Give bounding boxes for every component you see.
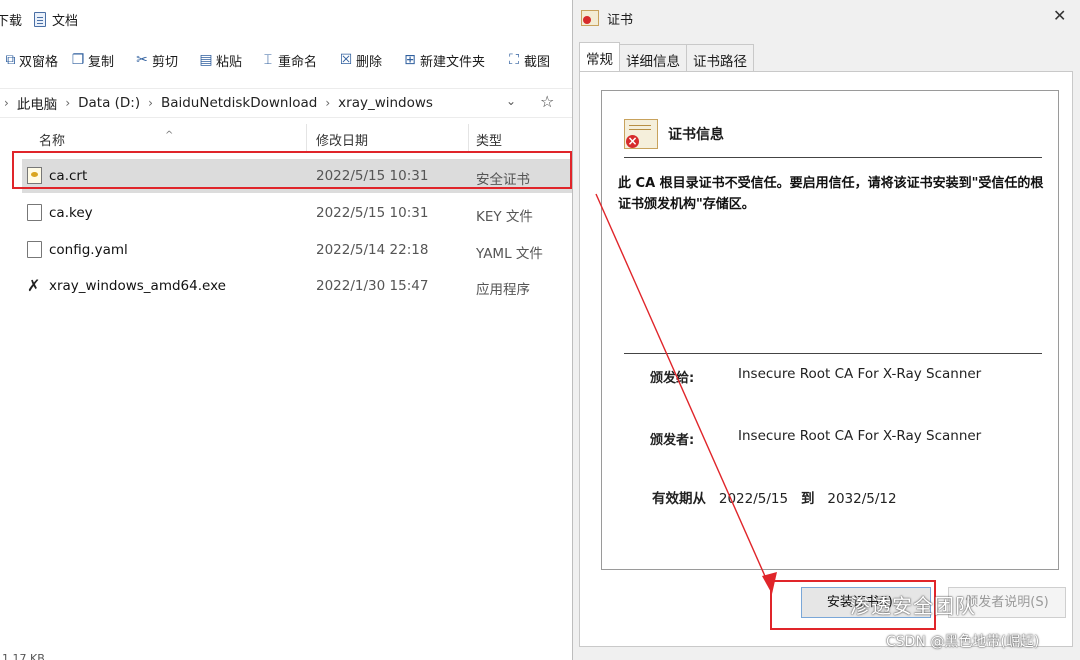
column-type[interactable]: 类型 (476, 130, 502, 149)
dual-pane-label: 双窗格 (18, 54, 58, 70)
scissors-icon: ✂ (136, 52, 148, 68)
new-folder-button[interactable]: ⊞ 新建文件夹 (398, 45, 502, 75)
tab-details[interactable]: 详细信息 (619, 44, 687, 72)
chevron-right-icon: › (65, 96, 71, 110)
file-name: config.yaml (49, 242, 128, 258)
breadcrumb-xray-windows[interactable]: xray_windows (338, 95, 433, 111)
file-date: 2022/5/14 22:18 (316, 242, 429, 258)
star-icon[interactable]: ☆ (540, 92, 554, 111)
column-header: ^ 名称 修改日期 类型 (0, 122, 572, 154)
tab-downloads-label: 下载 (0, 14, 23, 29)
screenshot-button[interactable]: ⛶ 截图 (502, 45, 560, 75)
file-icon (27, 204, 42, 221)
status-bar-size: 1.17 KB (2, 652, 45, 660)
cut-button[interactable]: ✂ 剪切 (130, 45, 194, 75)
close-icon[interactable]: ✕ (1053, 6, 1066, 25)
copy-label: 复制 (88, 54, 115, 70)
certificate-info-box: 证书信息 此 CA 根目录证书不受信任。要启用信任，请将该证书安装到"受信任的根… (601, 90, 1059, 570)
chevron-down-icon[interactable]: ⌄ (506, 94, 516, 108)
delete-button[interactable]: ☒ 删除 (334, 45, 398, 75)
tab-downloads[interactable]: 下载 (0, 10, 22, 29)
address-bar[interactable]: › 此电脑 › Data (D:) › BaiduNetdiskDownload… (0, 88, 572, 118)
file-type: 应用程序 (476, 282, 530, 298)
valid-from-date: 2022/5/15 (718, 491, 789, 507)
general-tab-panel: 证书信息 此 CA 根目录证书不受信任。要启用信任，请将该证书安装到"受信任的根… (579, 71, 1073, 647)
column-divider[interactable] (468, 124, 469, 152)
tab-general[interactable]: 常规 (579, 42, 620, 73)
file-icon (27, 241, 42, 258)
issued-to-label: 颁发给: (650, 371, 695, 386)
explorer-toolbar: ⧉ 双窗格 ❐ 复制 ✂ 剪切 ▤ 粘贴 ⌶ 重命名 ☒ 删除 ⊞ 新建文件夹 … (0, 42, 572, 78)
info-heading: 证书信息 (624, 119, 724, 149)
issued-by-value: Insecure Root CA For X-Ray Scanner (738, 428, 982, 444)
rename-button[interactable]: ⌶ 重命名 (256, 45, 334, 75)
file-type: YAML 文件 (476, 246, 543, 262)
tab-documents-label: 文档 (52, 14, 79, 29)
breadcrumb-this-pc[interactable]: 此电脑 (17, 93, 58, 113)
file-row-config-yaml[interactable]: config.yaml 2022/5/14 22:18 YAML 文件 (22, 233, 572, 267)
chevron-right-icon: › (4, 96, 9, 110)
chevron-right-icon: › (325, 96, 331, 110)
new-folder-label: 新建文件夹 (420, 54, 486, 70)
valid-from-label: 有效期从 (652, 491, 706, 507)
issued-by-label: 颁发者: (650, 433, 695, 448)
file-name: ca.key (49, 205, 93, 221)
tab-cert-path[interactable]: 证书路径 (686, 44, 754, 72)
screenshot-label: 截图 (524, 54, 551, 70)
delete-icon: ☒ (339, 52, 353, 68)
divider (624, 157, 1042, 158)
paste-label: 粘贴 (216, 54, 243, 70)
screenshot-icon: ⛶ (509, 52, 519, 68)
explorer-tab-bar: 下载 文档 (0, 0, 572, 38)
issued-to-value: Insecure Root CA For X-Ray Scanner (738, 366, 982, 382)
file-date: 2022/5/15 10:31 (316, 205, 429, 221)
new-folder-icon: ⊞ (404, 52, 416, 68)
highlight-box-ca-crt (12, 151, 572, 189)
file-row-ca-key[interactable]: ca.key 2022/5/15 10:31 KEY 文件 (22, 196, 572, 230)
tab-documents[interactable]: 文档 (34, 10, 78, 29)
copy-button[interactable]: ❐ 复制 (66, 45, 130, 75)
column-name[interactable]: 名称 (39, 130, 65, 149)
rename-icon: ⌶ (263, 52, 273, 68)
breadcrumb-baidu-download[interactable]: BaiduNetdiskDownload (161, 95, 317, 111)
certificate-icon (581, 10, 599, 26)
info-title: 证书信息 (668, 127, 724, 143)
dialog-title: 证书 (607, 12, 634, 28)
copy-icon: ❐ (71, 52, 85, 68)
chevron-right-icon: › (148, 96, 153, 110)
file-date: 2022/1/30 15:47 (316, 278, 429, 294)
dual-pane-button[interactable]: ⧉ 双窗格 (0, 45, 62, 75)
dialog-tabs: 常规 详细信息 证书路径 (579, 42, 754, 73)
cut-label: 剪切 (152, 54, 179, 70)
valid-to-date: 2032/5/12 (827, 491, 897, 507)
untrusted-certificate-icon (624, 119, 658, 149)
dialog-title-bar: 证书 (581, 6, 633, 30)
credit-text: CSDN @黑色地带(崛起) (886, 634, 1040, 650)
watermark-text: 渗透安全团队 (850, 594, 976, 618)
copy-window-icon: ⧉ (5, 52, 16, 68)
certificate-dialog: 证书 ✕ 常规 详细信息 证书路径 证书信息 此 CA 根目录证书不受信任。要启… (572, 0, 1080, 660)
file-explorer-window: 下载 文档 ⧉ 双窗格 ❐ 复制 ✂ 剪切 ▤ 粘贴 ⌶ 重命名 ☒ 删除 ⊞ … (0, 0, 572, 660)
paste-icon: ▤ (199, 52, 213, 68)
executable-icon: ✗ (27, 276, 41, 295)
validity-period: 有效期从 2022/5/15 到 2032/5/12 (652, 487, 897, 507)
document-icon (34, 12, 46, 27)
valid-to-label: 到 (800, 491, 815, 507)
trust-warning: 此 CA 根目录证书不受信任。要启用信任，请将该证书安装到"受信任的根证书颁发机… (618, 176, 1044, 212)
delete-label: 删除 (356, 54, 383, 70)
sort-ascending-icon: ^ (165, 130, 174, 141)
breadcrumb-drive-d[interactable]: Data (D:) (78, 95, 140, 111)
file-name: xray_windows_amd64.exe (49, 278, 226, 294)
column-divider[interactable] (306, 124, 307, 152)
file-type: KEY 文件 (476, 209, 533, 225)
rename-label: 重命名 (278, 54, 318, 70)
file-row-xray-exe[interactable]: ✗ xray_windows_amd64.exe 2022/1/30 15:47… (22, 269, 572, 303)
divider (624, 353, 1042, 354)
column-modified[interactable]: 修改日期 (316, 130, 368, 149)
paste-button[interactable]: ▤ 粘贴 (194, 45, 256, 75)
